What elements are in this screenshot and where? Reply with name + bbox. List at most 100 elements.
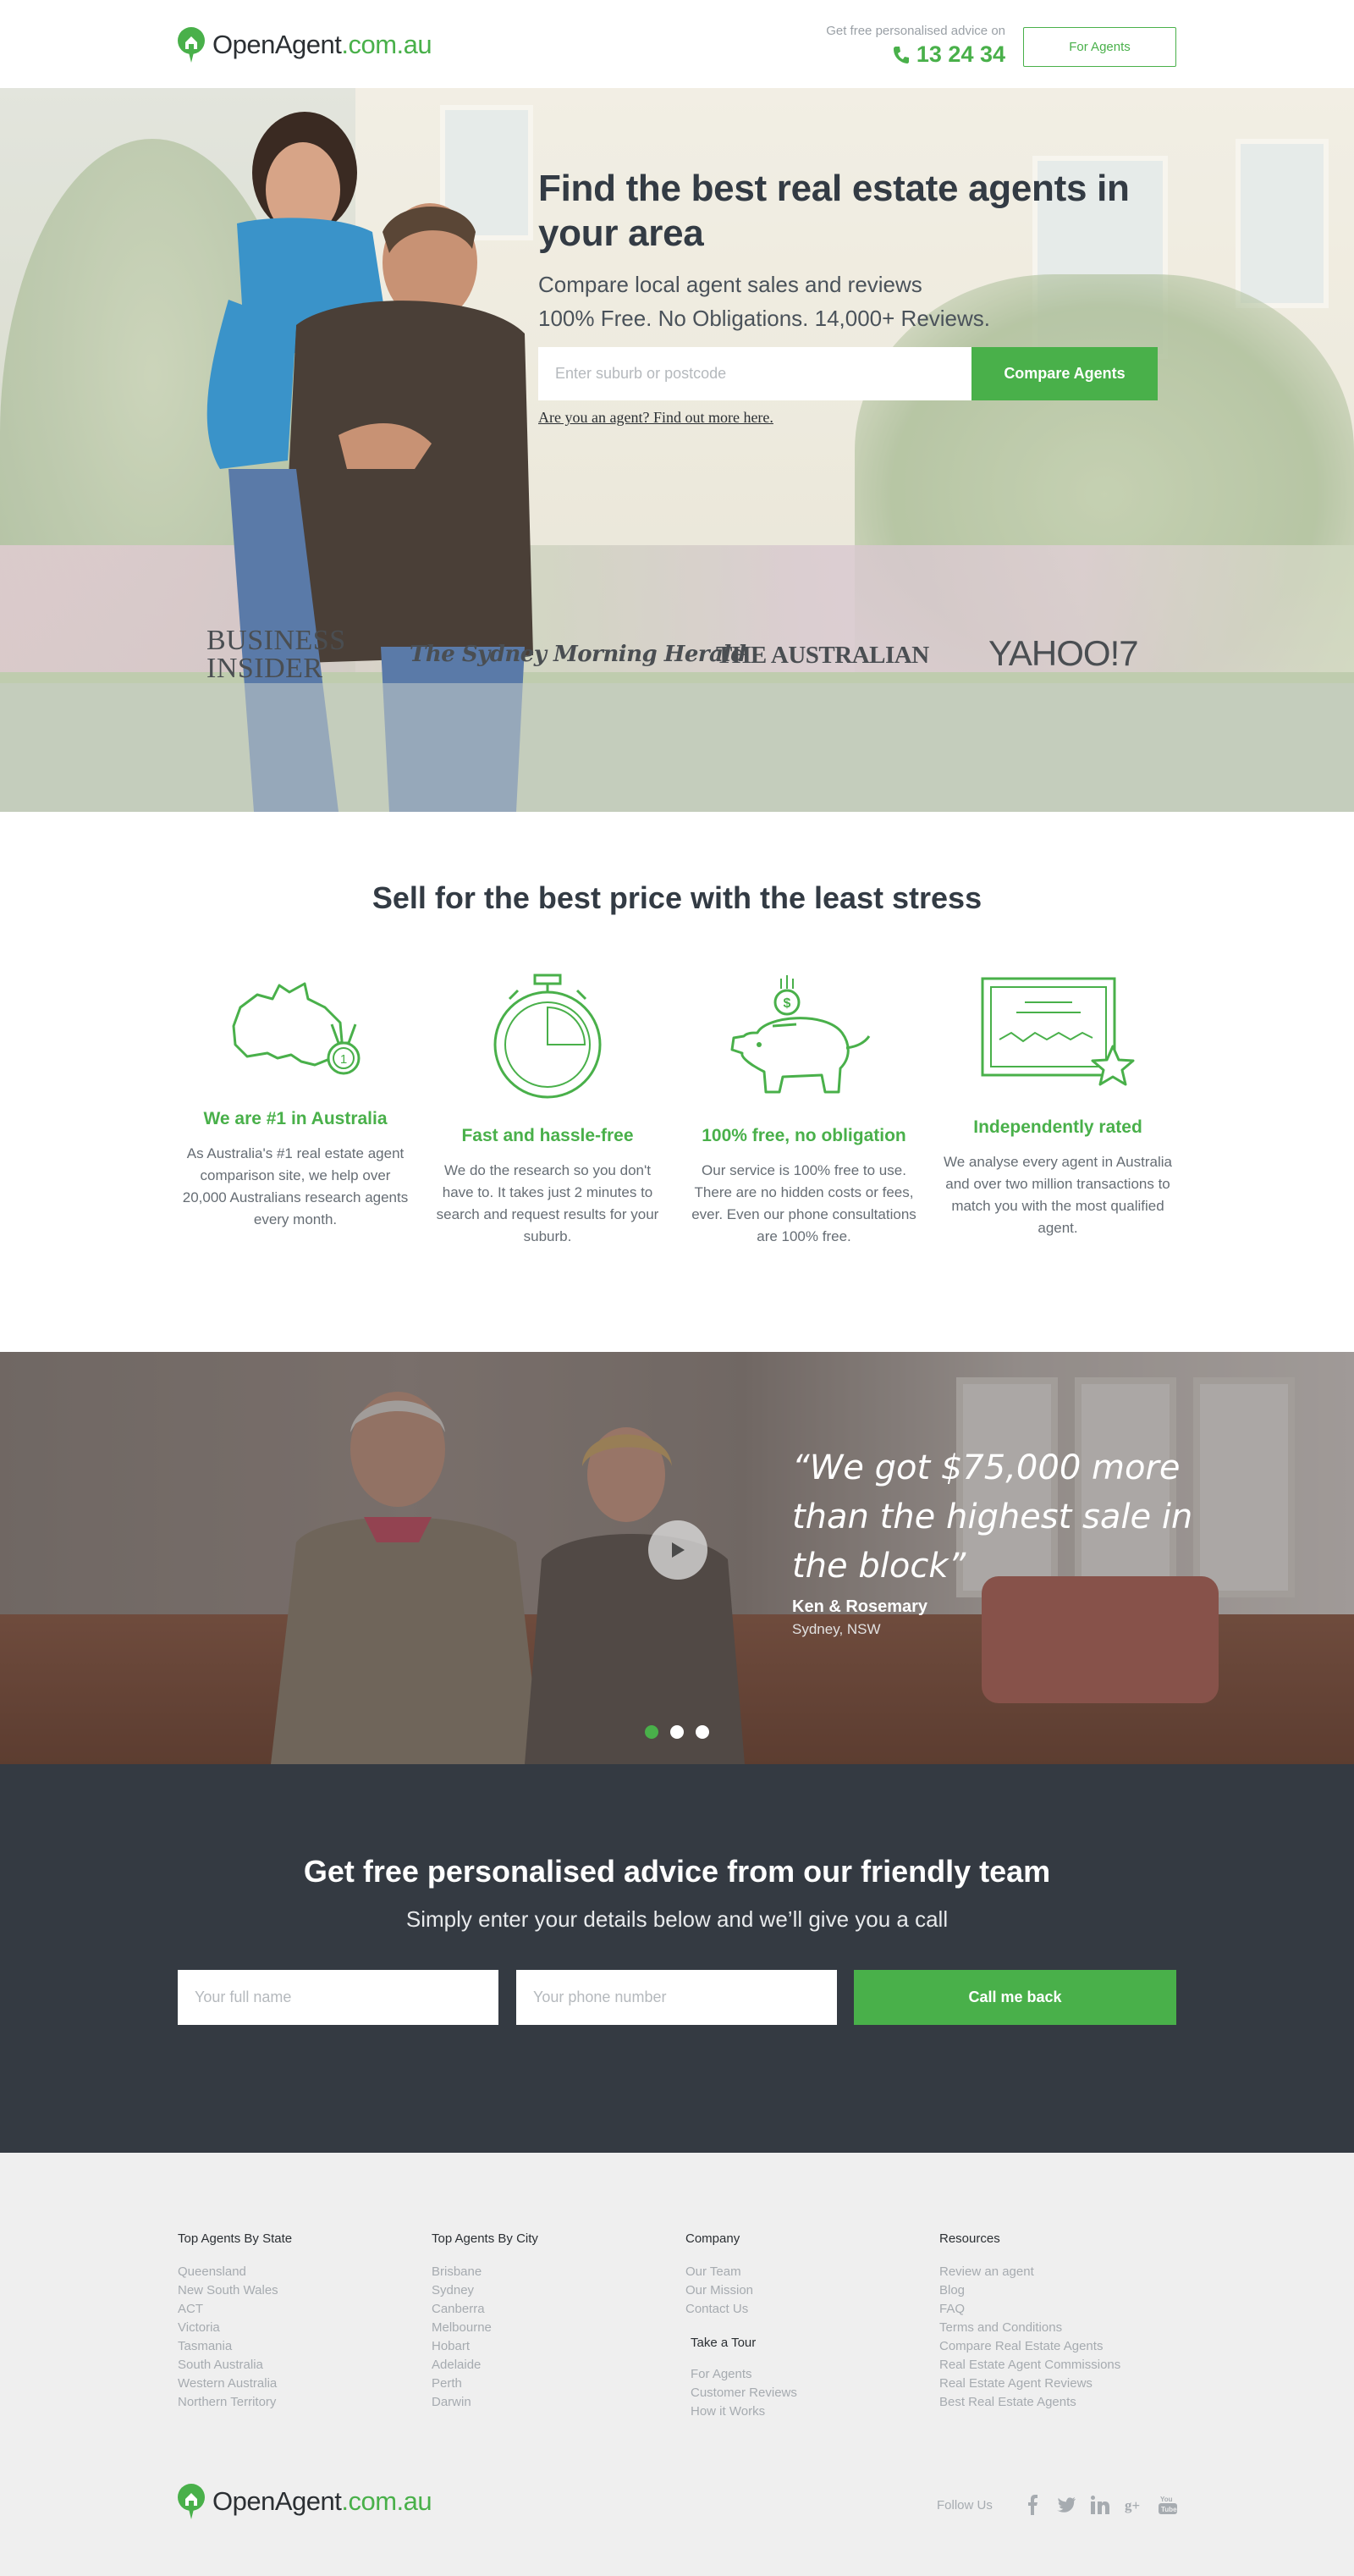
press-logo-smh: The Sydney Morning Herald [410,642,746,667]
footer-link[interactable]: Brisbane [432,2263,669,2281]
footer-logo[interactable]: OpenAgent.com.au [177,2484,432,2519]
compare-agents-button[interactable]: Compare Agents [971,347,1158,400]
footer-link[interactable]: ACT [178,2300,415,2319]
testimonial-name: Ken & Rosemary [792,1597,928,1616]
hero-subtitle: Compare local agent sales and reviews 100… [538,268,1181,335]
svg-text:Tube: Tube [1161,2506,1177,2513]
footer-link[interactable]: Customer Reviews [691,2384,922,2402]
press-logo-yahoo7: YAHOO!7 [988,633,1139,673]
advice-phone[interactable]: 13 24 34 [826,41,1005,68]
footer-link[interactable]: Real Estate Agent Commissions [939,2356,1176,2375]
footer-column-title: Top Agents By City [432,2231,538,2246]
hero-subtitle-line2: 100% Free. No Obligations. 14,000+ Revie… [538,306,991,331]
footer-link[interactable]: Canberra [432,2300,669,2319]
press-logo-business-insider: BUSINESS INSIDER [206,625,346,684]
footer-column-title: Company [685,2231,740,2246]
footer-link[interactable]: Victoria [178,2319,415,2337]
logo-domain: .com.au [341,2486,432,2516]
call-me-back-button[interactable]: Call me back [854,1970,1176,2025]
feature-description: We do the research so you don't have to.… [436,1162,659,1244]
logo-name: OpenAgent [212,2486,342,2516]
footer-link[interactable]: Best Real Estate Agents [939,2393,1176,2412]
svg-text:You: You [1160,2496,1173,2503]
footer-link[interactable]: Darwin [432,2393,669,2412]
coin-symbol: $ [784,996,791,1011]
piggy-bank-icon: $ [730,975,871,1094]
footer-column-title: Take a Tour [691,2336,757,2350]
footer-column-title: Top Agents By State [178,2231,293,2246]
phone-number-input[interactable] [516,1970,837,2025]
logo-text: OpenAgent.com.au [212,30,432,60]
linkedin-icon[interactable] [1090,2494,1109,2516]
carousel-dots [645,1725,721,1739]
site-logo[interactable]: OpenAgent.com.au [177,27,432,63]
callback-title: Get free personalised advice from our fr… [303,1854,1051,1889]
footer-column-title: Resources [939,2231,1000,2246]
features-title: Sell for the best price with the least s… [372,880,982,915]
feature-fast: Fast and hassle-free We do the research … [433,974,662,1248]
footer-link[interactable]: Tasmania [178,2337,415,2356]
footer-link[interactable]: Adelaide [432,2356,669,2375]
feature-number-one: 1 We are #1 in Australia As Australia's … [181,974,410,1231]
press-logo-bi-line2: INSIDER [206,653,323,684]
logo-domain: .com.au [341,30,432,59]
phone-number: 13 24 34 [916,41,1005,67]
footer-link[interactable]: South Australia [178,2356,415,2375]
for-agents-button[interactable]: For Agents [1023,27,1176,67]
play-video-button[interactable] [648,1520,707,1580]
press-logo-the-australian: THE AUSTRALIAN [716,642,929,669]
footer-link[interactable]: Western Australia [178,2375,415,2393]
footer-link[interactable]: Perth [432,2375,669,2393]
footer-column-states: Top Agents By State Queensland New South… [178,2231,415,2412]
youtube-icon[interactable]: You Tube [1158,2494,1177,2516]
feature-title: 100% free, no obligation [702,1126,906,1145]
logo-text: OpenAgent.com.au [212,2486,432,2517]
footer-link[interactable]: How it Works [691,2402,922,2421]
feature-title: Fast and hassle-free [461,1126,634,1145]
carousel-dot[interactable] [696,1725,709,1739]
testimonial-quote: “We got $75,000 more than the highest sa… [792,1448,1193,1586]
full-name-input[interactable] [178,1970,498,2025]
agent-info-link[interactable]: Are you an agent? Find out more here. [538,409,773,427]
footer-link[interactable]: Compare Real Estate Agents [939,2337,1176,2356]
footer-link[interactable]: Blog [939,2281,1176,2300]
footer-link[interactable]: For Agents [691,2365,922,2384]
follow-us: Follow Us g+ You Tube [937,2494,1177,2516]
feature-description: Our service is 100% free to use. There a… [691,1162,916,1244]
australia-medal-icon: 1 [232,982,361,1075]
play-icon [672,1542,685,1558]
carousel-dot[interactable] [645,1725,658,1739]
footer-link[interactable]: Queensland [178,2263,415,2281]
google-plus-icon[interactable]: g+ [1125,2494,1143,2516]
footer-link[interactable]: Review an agent [939,2263,1176,2281]
testimonial-location: Sydney, NSW [792,1621,881,1637]
footer-link[interactable]: FAQ [939,2300,1176,2319]
footer-link[interactable]: Terms and Conditions [939,2319,1176,2337]
footer-link[interactable]: Contact Us [685,2300,922,2319]
footer-tour-group: Take a Tour For Agents Customer Reviews … [685,2336,922,2421]
site-header: OpenAgent.com.au Get free personalised a… [0,0,1354,88]
footer-column-cities: Top Agents By City Brisbane Sydney Canbe… [432,2231,669,2412]
hero-content: Find the best real estate agents in your… [538,166,1181,427]
footer-link[interactable]: Hobart [432,2337,669,2356]
hero-search-form: Compare Agents [538,347,1158,400]
header-advice: Get free personalised advice on 13 24 34 [826,24,1005,68]
footer-link[interactable]: Northern Territory [178,2393,415,2412]
certificate-star-icon [981,977,1135,1086]
suburb-search-input[interactable] [538,347,971,400]
footer-column-resources: Resources Review an agent Blog FAQ Terms… [939,2231,1176,2412]
footer-link[interactable]: Melbourne [432,2319,669,2337]
footer-link[interactable]: New South Wales [178,2281,415,2300]
footer-link[interactable]: Sydney [432,2281,669,2300]
facebook-icon[interactable] [1023,2494,1042,2516]
footer-link[interactable]: Real Estate Agent Reviews [939,2375,1176,2393]
svg-text:g+: g+ [1125,2497,1140,2513]
callback-section [0,1764,1354,2153]
hero-title: Find the best real estate agents in your… [538,168,1130,254]
footer-link[interactable]: Our Mission [685,2281,922,2300]
stopwatch-icon [493,974,602,1099]
twitter-icon[interactable] [1056,2494,1076,2516]
carousel-dot[interactable] [670,1725,684,1739]
press-logo-bi-line1: BUSINESS [206,625,346,656]
footer-link[interactable]: Our Team [685,2263,922,2281]
